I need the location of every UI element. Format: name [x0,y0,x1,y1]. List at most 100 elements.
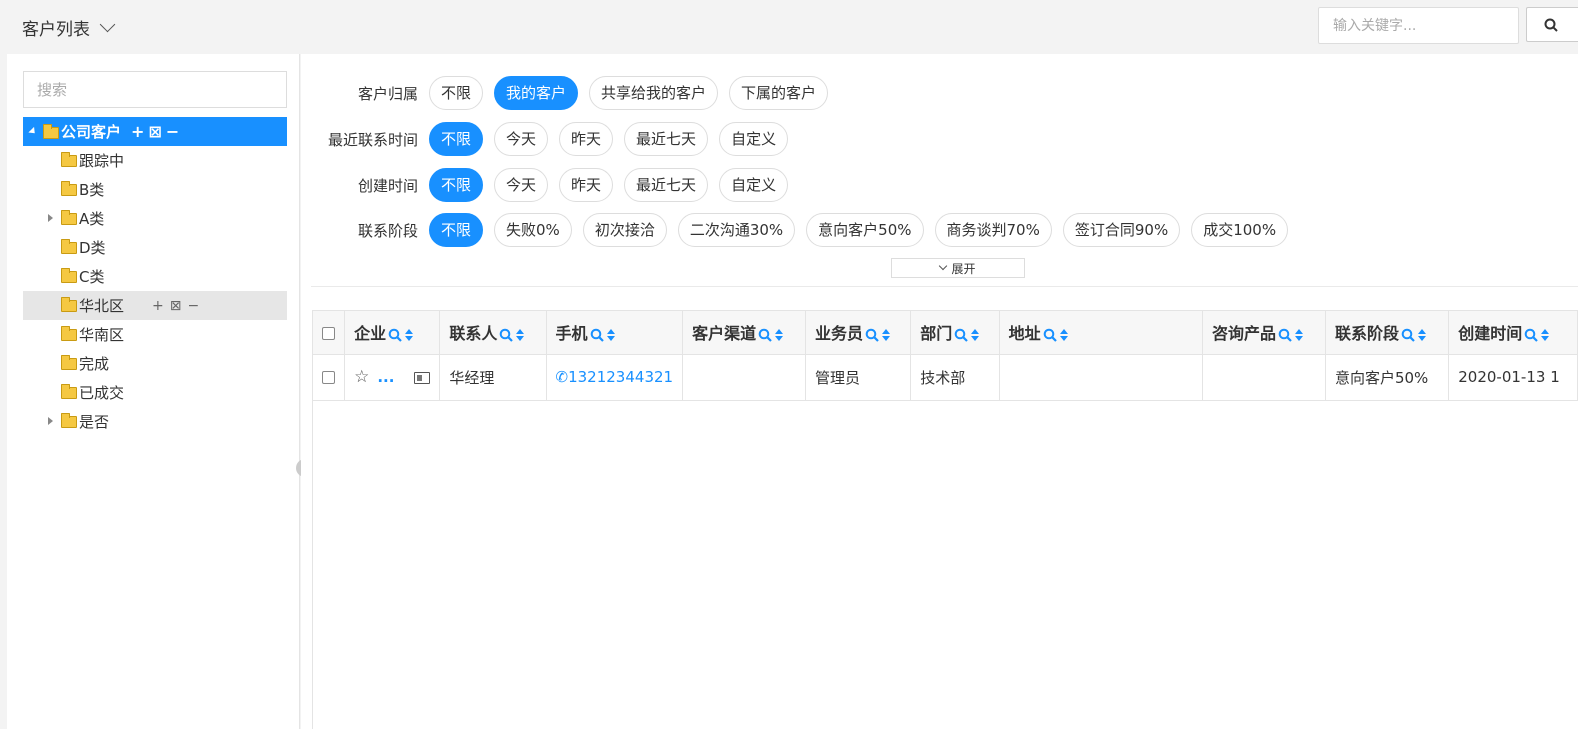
address-cell [999,354,1204,401]
expand-label: 展开 [951,261,976,276]
filter-chip[interactable]: 商务谈判70% [934,213,1052,247]
column-header: 地址 [999,311,1204,355]
filter-chip[interactable]: 最近七天 [624,168,709,202]
expand-arrow-icon[interactable] [48,417,53,425]
tree-item[interactable]: 是否 [23,407,287,436]
sort-icon[interactable] [516,328,525,341]
filter-chip[interactable]: 成交100% [1191,213,1289,247]
select-cell [313,354,346,401]
tree-root-company-customers[interactable]: 公司客户 +⊠− [23,117,287,146]
tree-item-label: 完成 [79,355,110,373]
filter-chip[interactable]: 自定义 [719,168,789,202]
filter-chip[interactable]: 不限 [429,76,484,110]
folder-icon [61,325,77,341]
phone-cell[interactable]: ✆13212344321 [546,354,684,401]
filter-chip[interactable]: 最近七天 [624,122,709,156]
table-row[interactable]: ☆... 华经理 ✆13212344321 管理员 技术部 意向客户50% 20… [313,354,1578,401]
filter-chip[interactable]: 共享给我的客户 [589,76,719,110]
filter-chip[interactable]: 初次接洽 [582,213,667,247]
row-checkbox[interactable] [322,371,335,384]
top-bar: 客户列表 [0,0,1578,54]
business-card-icon[interactable] [414,371,431,384]
expand-arrow-icon[interactable] [48,214,53,222]
column-header: 创建时间 [1448,311,1578,355]
tree-root-actions[interactable]: +⊠− [131,122,183,141]
search-icon[interactable] [1278,328,1292,342]
sort-icon[interactable] [971,328,980,341]
column-title: 联系阶段 [1334,324,1399,344]
collapse-arrow-icon[interactable] [28,126,38,137]
sort-icon[interactable] [1417,328,1426,341]
select-all-cell [313,311,346,355]
column-header: 咨询产品 [1202,311,1326,355]
company-name[interactable]: ... [377,368,394,386]
column-header: 联系阶段 [1325,311,1450,355]
filter-chip[interactable]: 意向客户50% [806,213,924,247]
tree-item[interactable]: 完成 [23,349,287,378]
phone-icon: ✆ [555,368,569,386]
search-icon[interactable] [758,328,772,342]
filter-chip-selected[interactable]: 不限 [429,213,484,247]
filter-chip[interactable]: 今天 [494,122,549,156]
search-icon[interactable] [388,328,402,342]
search-icon[interactable] [1043,328,1057,342]
filter-chip-selected[interactable]: 我的客户 [494,76,579,110]
tree-item[interactable]: 华北区 +⊠− [23,291,287,320]
search-icon[interactable] [1524,328,1539,342]
table-header-row: 企业 联系人 手机 客户渠道 业务员 部门 地址 咨询产品 联系阶段 创建时间 [313,311,1578,355]
contact-cell: 华经理 [439,354,547,401]
tree-item[interactable]: 已成交 [23,378,287,407]
search-icon[interactable] [499,328,514,342]
folder-icon [61,412,77,428]
sort-icon[interactable] [775,328,784,341]
sort-icon[interactable] [1541,328,1550,341]
search-button[interactable] [1526,7,1578,42]
page-title-dropdown[interactable]: 客户列表 [22,15,116,40]
phone-number[interactable]: 13212344321 [568,368,673,386]
filter-chip-selected[interactable]: 不限 [429,168,484,202]
filter-chip[interactable]: 自定义 [719,122,789,156]
filter-chip[interactable]: 今天 [494,168,549,202]
select-all-checkbox[interactable] [322,326,335,340]
sort-icon[interactable] [1059,328,1068,341]
search-icon[interactable] [865,328,879,342]
search-icon[interactable] [1401,328,1415,342]
tree-item-actions[interactable]: +⊠− [152,298,205,314]
filter-chip[interactable]: 昨天 [559,168,614,202]
page-title: 客户列表 [22,20,90,40]
star-icon[interactable]: ☆ [354,367,369,387]
tree-item[interactable]: A类 [23,204,287,233]
filter-chip[interactable]: 下属的客户 [729,76,829,110]
salesperson-cell: 管理员 [805,354,912,401]
divider [311,286,1578,287]
filter-label: 最近联系时间 [327,130,418,149]
folder-icon [61,151,77,167]
department-cell: 技术部 [910,354,1000,401]
keyword-search-input[interactable] [1318,7,1519,44]
customer-table: 企业 联系人 手机 客户渠道 业务员 部门 地址 咨询产品 联系阶段 创建时间 … [312,310,1578,729]
main-content: 客户归属 不限 我的客户 共享给我的客户 下属的客户 最近联系时间 不限 今天 … [301,54,1578,729]
filter-chip[interactable]: 二次沟通30% [677,213,796,247]
tree-item[interactable]: D类 [23,233,287,262]
column-header: 业务员 [805,311,912,355]
search-icon[interactable] [954,328,969,342]
filter-chip[interactable]: 昨天 [559,122,614,156]
expand-filters-button[interactable]: 展开 [891,258,1025,278]
sort-icon[interactable] [882,328,891,341]
filter-chip[interactable]: 失败0% [494,213,572,247]
tree-item[interactable]: B类 [23,175,287,204]
tree-item[interactable]: 跟踪中 [23,146,287,175]
tree-item[interactable]: 华南区 [23,320,287,349]
filter-chip[interactable]: 签订合同90% [1062,213,1181,247]
tree-search-input[interactable] [23,71,287,108]
search-icon [1544,18,1558,32]
sort-icon[interactable] [1295,328,1304,341]
sort-icon[interactable] [606,328,615,341]
folder-icon [61,180,77,196]
category-tree-panel: 公司客户 +⊠− 跟踪中 B类 A类 D类 C类 华北区 +⊠− 华南区 完成 … [7,54,308,729]
filter-chip-selected[interactable]: 不限 [429,122,484,156]
tree-item[interactable]: C类 [23,262,287,291]
sort-icon[interactable] [405,328,414,341]
created-time-cell: 2020-01-13 1 [1448,354,1578,401]
search-icon[interactable] [590,328,604,342]
